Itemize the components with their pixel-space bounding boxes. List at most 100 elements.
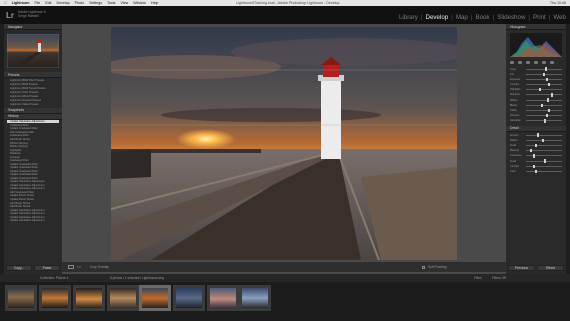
slider-knob[interactable] bbox=[533, 154, 536, 158]
module-library[interactable]: Library bbox=[399, 14, 418, 21]
slider-knob[interactable] bbox=[545, 77, 548, 82]
slider-track[interactable] bbox=[526, 154, 562, 158]
crop-tool-icon[interactable] bbox=[510, 61, 514, 64]
slider-knob[interactable] bbox=[547, 82, 550, 87]
filmstrip-thumbnail-selected[interactable] bbox=[139, 285, 171, 311]
slider-track[interactable] bbox=[526, 72, 562, 76]
preset-folder[interactable]: Lightroom B&W Presets bbox=[7, 83, 59, 86]
filmstrip-thumbnail[interactable] bbox=[39, 285, 71, 311]
filmstrip-thumbnail[interactable] bbox=[207, 285, 239, 311]
menu-help[interactable]: Help bbox=[151, 1, 158, 5]
history-step[interactable]: Update Saturation Adjustment bbox=[7, 219, 59, 222]
filmstrip-thumbnail[interactable] bbox=[107, 285, 139, 311]
filters-off-dropdown[interactable]: Filters Off bbox=[492, 276, 506, 280]
slider-knob[interactable] bbox=[533, 164, 536, 168]
slider-track[interactable] bbox=[526, 169, 562, 174]
presets-header[interactable]: Presets bbox=[4, 72, 62, 78]
module-book[interactable]: Book bbox=[475, 14, 489, 21]
slider-knob[interactable] bbox=[544, 67, 547, 71]
slider-knob[interactable] bbox=[535, 143, 537, 148]
module-web[interactable]: Web bbox=[553, 14, 566, 21]
soft-proofing-label: Soft Proofing bbox=[428, 265, 447, 269]
menu-file[interactable]: File bbox=[34, 1, 40, 5]
slider-track[interactable] bbox=[526, 82, 562, 87]
module-print[interactable]: Print bbox=[533, 14, 546, 21]
spot-removal-icon[interactable] bbox=[518, 61, 522, 64]
menu-edit[interactable]: Edit bbox=[45, 1, 51, 5]
slider-track[interactable] bbox=[526, 133, 562, 137]
history-header[interactable]: History bbox=[4, 113, 62, 120]
navigator-preview[interactable] bbox=[7, 34, 59, 68]
slider-track[interactable] bbox=[526, 138, 562, 142]
previous-button[interactable]: Previous bbox=[508, 265, 535, 271]
radial-filter-icon[interactable] bbox=[542, 61, 546, 64]
filmstrip-collection[interactable]: Collection: Picture 1 bbox=[40, 276, 68, 280]
histogram[interactable] bbox=[510, 33, 562, 57]
slider-knob[interactable] bbox=[542, 138, 545, 142]
slider-track[interactable] bbox=[526, 114, 562, 118]
slider-knob[interactable] bbox=[536, 133, 539, 137]
reset-button[interactable]: Reset bbox=[537, 265, 564, 271]
slider-knob[interactable] bbox=[529, 148, 532, 153]
apple-menu-icon[interactable]:  bbox=[4, 1, 7, 5]
slider-track[interactable] bbox=[526, 108, 562, 113]
slider-knob[interactable] bbox=[538, 88, 541, 92]
module-develop[interactable]: Develop bbox=[426, 14, 449, 21]
soft-proofing-checkbox[interactable] bbox=[422, 265, 425, 269]
preset-folder[interactable]: Lightroom Color Presets bbox=[7, 91, 59, 94]
slider-track[interactable] bbox=[526, 143, 562, 148]
main-photo[interactable] bbox=[111, 27, 457, 260]
filmstrip-thumbnail[interactable] bbox=[73, 285, 105, 311]
slider-track[interactable] bbox=[526, 164, 562, 168]
preset-folder[interactable]: Lightroom Video Presets bbox=[7, 103, 59, 106]
module-slideshow[interactable]: Slideshow bbox=[497, 14, 525, 21]
slider-track[interactable] bbox=[526, 67, 562, 71]
slider-knob[interactable] bbox=[546, 98, 549, 102]
preset-folder[interactable]: Lightroom B&W Filter Presets bbox=[7, 79, 59, 82]
slider-knob[interactable] bbox=[535, 169, 537, 174]
filmstrip-bar: Collection: Picture 1 8 photos / 1 selec… bbox=[0, 274, 570, 282]
menu-develop[interactable]: Develop bbox=[56, 1, 69, 5]
slider-knob[interactable] bbox=[541, 103, 544, 108]
slider-track[interactable] bbox=[526, 148, 562, 153]
slider-track[interactable] bbox=[526, 119, 562, 123]
preset-folder[interactable]: Lightroom B&W Toned Presets bbox=[7, 87, 59, 90]
navigator-header[interactable]: Navigator bbox=[4, 24, 62, 30]
filmstrip-thumbnail[interactable] bbox=[5, 285, 37, 311]
slider-knob[interactable] bbox=[545, 114, 548, 118]
slider-track[interactable] bbox=[526, 93, 562, 97]
menu-photo[interactable]: Photo bbox=[75, 1, 84, 5]
red-eye-icon[interactable] bbox=[526, 61, 530, 64]
histogram-header[interactable]: Histogram bbox=[506, 24, 566, 30]
slider-knob[interactable] bbox=[548, 108, 551, 113]
slider-knob[interactable] bbox=[543, 72, 546, 76]
module-map[interactable]: Map bbox=[456, 14, 468, 21]
paste-button[interactable]: Paste bbox=[34, 265, 60, 271]
slider-label: Whites bbox=[510, 98, 518, 102]
thumbnail-image bbox=[210, 288, 236, 308]
slider-knob[interactable] bbox=[551, 93, 554, 97]
filmstrip-thumbnail[interactable] bbox=[239, 285, 271, 311]
menu-view[interactable]: View bbox=[120, 1, 128, 5]
slider-row: Tint bbox=[510, 72, 562, 76]
preset-folder[interactable]: Lightroom Effect Presets bbox=[7, 95, 59, 98]
preset-folder[interactable]: Lightroom General Presets bbox=[7, 99, 59, 102]
slider-track[interactable] bbox=[526, 103, 562, 108]
adjustment-brush-icon[interactable] bbox=[550, 61, 554, 64]
loupe-view-icon[interactable] bbox=[68, 265, 74, 269]
slider-knob[interactable] bbox=[544, 159, 546, 163]
menu-settings[interactable]: Settings bbox=[89, 1, 102, 5]
filmstrip-thumbnail[interactable] bbox=[173, 285, 205, 311]
slider-track[interactable] bbox=[526, 77, 562, 82]
slider-knob[interactable] bbox=[544, 119, 546, 123]
slider-track[interactable] bbox=[526, 159, 562, 163]
graduated-filter-icon[interactable] bbox=[534, 61, 538, 64]
slider-track[interactable] bbox=[526, 98, 562, 102]
copy-button[interactable]: Copy... bbox=[6, 265, 32, 271]
before-after-icon[interactable]: YY bbox=[77, 265, 81, 269]
menu-lightroom[interactable]: Lightroom bbox=[12, 1, 30, 5]
menu-window[interactable]: Window bbox=[133, 1, 146, 5]
slider-track[interactable] bbox=[526, 88, 562, 92]
menu-tools[interactable]: Tools bbox=[107, 1, 115, 5]
detail-header[interactable]: Detail bbox=[506, 125, 566, 132]
